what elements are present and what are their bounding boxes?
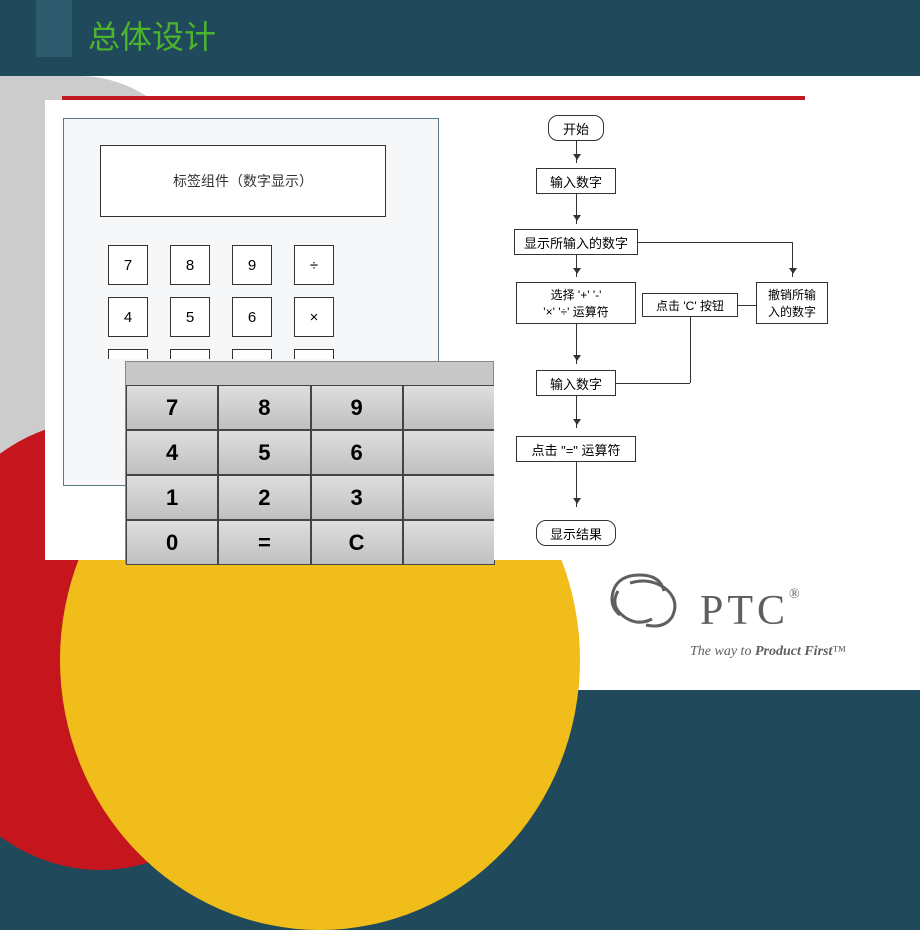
rk-3: 3 (311, 475, 403, 520)
key-9: 9 (232, 245, 272, 285)
rk-0: 0 (126, 520, 218, 565)
arrow-icon (792, 242, 793, 277)
calculator-rendered: 7 8 9 4 5 6 1 2 3 0 = C (125, 361, 494, 564)
calc-row-1: 7 8 9 ÷ (108, 245, 334, 285)
rk-blank (403, 475, 495, 520)
page-title: 总体设计 (88, 12, 216, 58)
logo-tagline: The way to Product First™ (690, 644, 846, 660)
rk-2: 2 (218, 475, 310, 520)
rk-6: 6 (311, 430, 403, 475)
connector (738, 305, 756, 306)
key-8: 8 (170, 245, 210, 285)
rk-4: 4 (126, 430, 218, 475)
tm-icon: ™ (832, 644, 846, 659)
connector (638, 242, 792, 243)
arrow-icon (576, 462, 577, 507)
key-5: 5 (170, 297, 210, 337)
key-div: ÷ (294, 245, 334, 285)
flow-result: 显示结果 (536, 520, 616, 546)
flow-undo: 撤销所输 入的数字 (756, 282, 828, 324)
key-6: 6 (232, 297, 272, 337)
key-partial (294, 349, 334, 359)
rk-9: 9 (311, 385, 403, 430)
registered-icon: ® (789, 587, 804, 602)
flow-equals: 点击 "=" 运算符 (516, 436, 636, 462)
flow-operator: 选择 '+' '-' '×' '÷' 运算符 (516, 282, 636, 324)
flow-input1: 输入数字 (536, 168, 616, 194)
connector (616, 383, 690, 384)
key-partial (232, 349, 272, 359)
flow-input2: 输入数字 (536, 370, 616, 396)
arrow-icon (576, 396, 577, 428)
rk-blank (403, 520, 495, 565)
rk-5: 5 (218, 430, 310, 475)
rk-c: C (311, 520, 403, 565)
flow-c-button: 点击 'C' 按钮 (642, 293, 738, 317)
key-partial (170, 349, 210, 359)
arrow-icon (576, 255, 577, 277)
rk-eq: = (218, 520, 310, 565)
arrow-icon (576, 324, 577, 364)
rk-1: 1 (126, 475, 218, 520)
flow-start: 开始 (548, 115, 604, 141)
calc-display-label: 标签组件（数字显示） (100, 145, 386, 217)
flowchart: 开始 输入数字 显示所输入的数字 选择 '+' '-' '×' '÷' 运算符 … (494, 100, 832, 560)
arrow-icon (576, 141, 577, 163)
key-4: 4 (108, 297, 148, 337)
calc-row-2: 4 5 6 × (108, 297, 334, 337)
logo-brand: PTC (700, 588, 789, 634)
arrow-icon (576, 194, 577, 224)
rk-blank (403, 385, 495, 430)
ptc-logo: PTC® The way to Product First™ (600, 565, 876, 660)
calc-keypad: 7 8 9 4 5 6 1 2 3 0 = C (126, 385, 495, 565)
logo-text: PTC® (700, 587, 804, 635)
rk-blank (403, 430, 495, 475)
key-partial (108, 349, 148, 359)
title-accent (36, 0, 72, 57)
rk-8: 8 (218, 385, 310, 430)
key-7: 7 (108, 245, 148, 285)
tagline-main: Product First (755, 644, 832, 659)
calc-row-3-partial (108, 349, 334, 359)
flow-display: 显示所输入的数字 (514, 229, 638, 255)
ptc-swirl-icon (600, 565, 692, 633)
rk-7: 7 (126, 385, 218, 430)
key-mul: × (294, 297, 334, 337)
connector (690, 317, 691, 383)
tagline-prefix: The way to (690, 644, 755, 659)
